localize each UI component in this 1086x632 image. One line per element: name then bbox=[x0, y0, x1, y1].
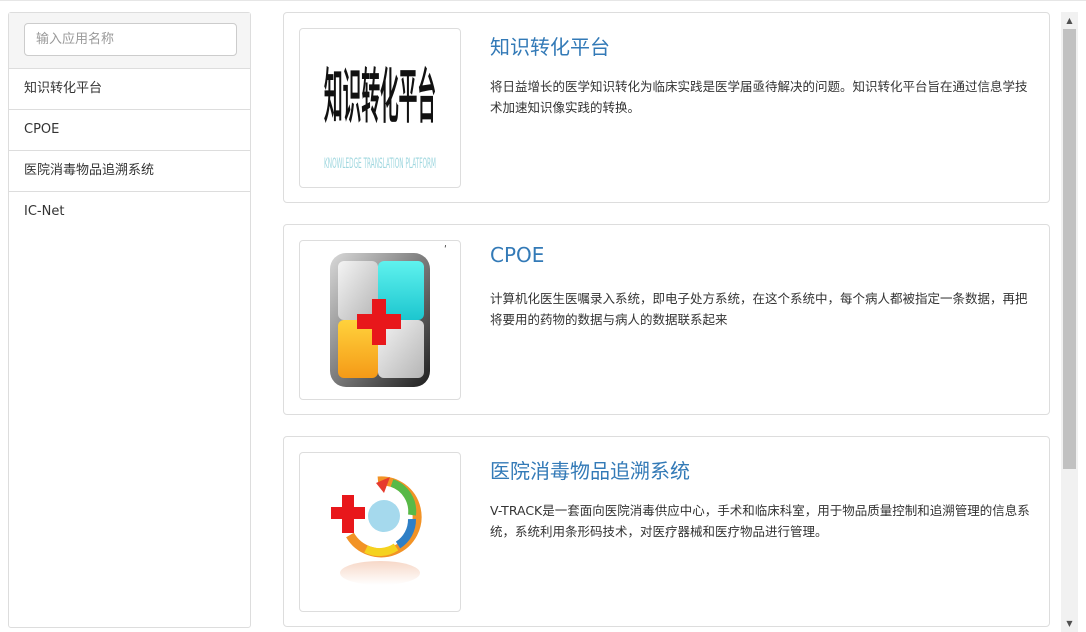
scroll-down-arrow-icon[interactable]: ▼ bbox=[1061, 615, 1078, 632]
page-scrollbar[interactable]: ▲ ▼ bbox=[1061, 12, 1078, 632]
sidebar-item-vtrack[interactable]: 医院消毒物品追溯系统 bbox=[9, 151, 250, 192]
app-title-cpoe[interactable]: CPOE bbox=[490, 243, 544, 267]
app-card-knowledge-platform: 知识转化平台 KNOWLEDGE TRANSLATION PLATFORM 知识… bbox=[283, 12, 1050, 203]
logo-sub-text: KNOWLEDGE TRANSLATION PLATFORM bbox=[324, 155, 436, 172]
knowledge-platform-logo-icon: 知识转化平台 KNOWLEDGE TRANSLATION PLATFORM bbox=[324, 62, 436, 172]
scroll-up-arrow-icon[interactable]: ▲ bbox=[1061, 12, 1078, 29]
sidebar-item-icnet[interactable]: IC-Net bbox=[9, 192, 250, 232]
app-description-knowledge-platform: 将日益增长的医学知识转化为临床实践是医学届亟待解决的问题。知识转化平台旨在通过信… bbox=[490, 79, 1028, 115]
knowledge-platform-logo[interactable]: 知识转化平台 KNOWLEDGE TRANSLATION PLATFORM bbox=[299, 28, 461, 188]
tick-mark: ʹ bbox=[444, 244, 447, 256]
logo-main-text: 知识转化平台 bbox=[324, 62, 436, 131]
vtrack-emblem-icon bbox=[331, 476, 422, 585]
cross-horizontal bbox=[331, 507, 365, 519]
app-description-vtrack: V-TRACK是一套面向医院消毒供应中心，手术和临床科室，用于物品质量控制和追溯… bbox=[490, 503, 1030, 539]
red-cross-horizontal bbox=[357, 314, 401, 329]
app-card-vtrack: 医院消毒物品追溯系统 V-TRACK是一套面向医院消毒供应中心，手术和临床科室，… bbox=[283, 436, 1050, 627]
sidebar-item-cpoe[interactable]: CPOE bbox=[9, 110, 250, 151]
vtrack-logo[interactable] bbox=[299, 452, 461, 612]
top-divider bbox=[0, 0, 1086, 1]
reflection bbox=[340, 561, 420, 585]
sidebar-item-knowledge-platform[interactable]: 知识转化平台 bbox=[9, 69, 250, 110]
app-title-vtrack[interactable]: 医院消毒物品追溯系统 bbox=[490, 455, 690, 484]
app-card-cpoe: ʹ CPOE 计算机化医生医嘱录入系统，即电子处方系统，在这个系统中，每个病人都… bbox=[283, 224, 1050, 415]
cpoe-logo[interactable]: ʹ bbox=[299, 240, 461, 400]
search-bar bbox=[9, 13, 250, 69]
app-description-cpoe: 计算机化医生医嘱录入系统，即电子处方系统，在这个系统中，每个病人都被指定一条数据… bbox=[490, 291, 1028, 327]
medical-box-icon: ʹ bbox=[330, 244, 447, 387]
app-title-knowledge-platform[interactable]: 知识转化平台 bbox=[490, 31, 610, 60]
scrollbar-thumb[interactable] bbox=[1063, 29, 1076, 469]
app-sidebar: 知识转化平台 CPOE 医院消毒物品追溯系统 IC-Net bbox=[8, 12, 251, 628]
center-disc bbox=[368, 500, 400, 532]
arc-yellow bbox=[364, 543, 399, 557]
app-search-input[interactable] bbox=[24, 23, 237, 56]
